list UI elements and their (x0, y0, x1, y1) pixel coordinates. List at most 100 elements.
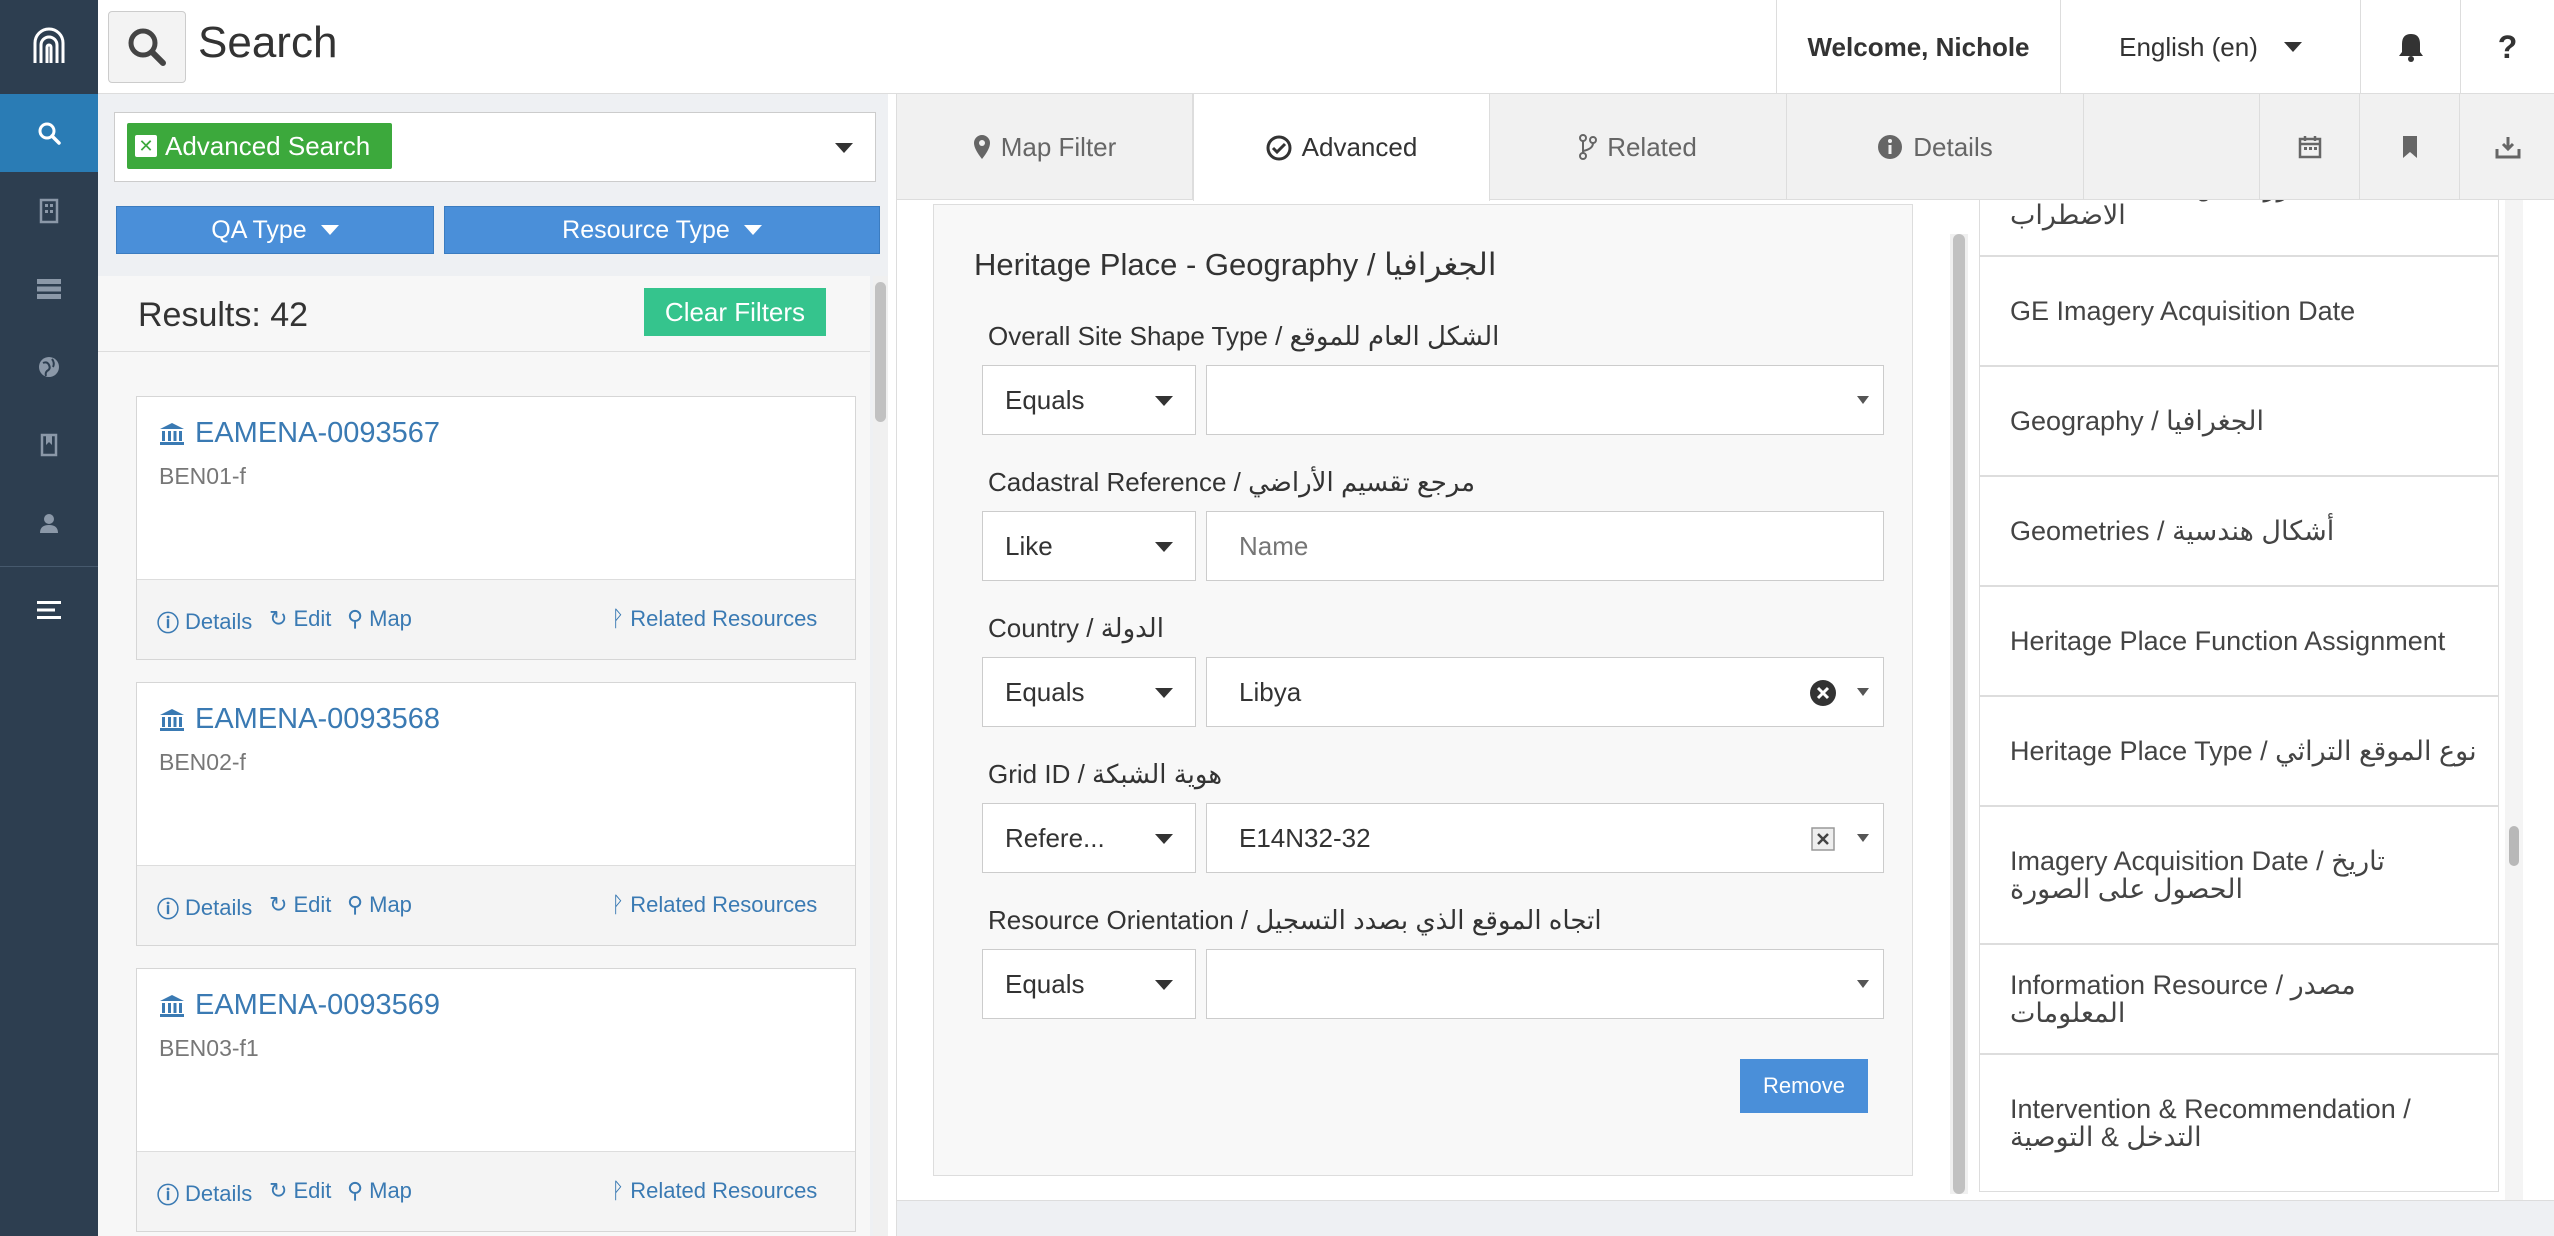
chevron-down-icon (1155, 542, 1173, 552)
map-link[interactable]: ⚲ Map (347, 606, 412, 632)
help-button[interactable]: ? (2460, 0, 2554, 94)
clear-icon[interactable] (1811, 827, 1835, 851)
map-link[interactable]: ⚲ Map (347, 1178, 412, 1204)
advanced-search-chip[interactable]: ✕ Advanced Search (127, 123, 393, 169)
cadastral-reference-input[interactable] (1239, 530, 1883, 562)
notifications-button[interactable] (2360, 0, 2460, 94)
search-toggle-button[interactable] (108, 11, 186, 83)
result-title-link[interactable]: EAMENA-0093569 (159, 989, 440, 1022)
nav-resources[interactable] (0, 172, 98, 250)
chevron-down-icon[interactable] (835, 143, 853, 153)
scrollbar-thumb[interactable] (875, 282, 886, 422)
card-list-item[interactable]: Geometries / أشكال هندسية (1979, 476, 2499, 586)
chevron-down-icon (743, 225, 762, 235)
card-list-item[interactable]: Geography / الجغرافيا (1979, 366, 2499, 476)
result-id: EAMENA-0093569 (195, 989, 441, 1021)
operator-select[interactable]: Equals (982, 949, 1196, 1019)
related-resources-link[interactable]: ᚹ Related Resources (611, 606, 817, 632)
chevron-down-icon (1155, 980, 1173, 990)
tab-map-filter[interactable]: Map Filter (897, 94, 1193, 200)
scrollbar-thumb[interactable] (1953, 234, 1965, 1194)
result-subtitle: BEN02-f (159, 749, 246, 775)
map-marker-icon: ⚲ (347, 892, 364, 917)
field-label: Overall Site Shape Type / الشكل العام لل… (988, 321, 1500, 351)
map-link[interactable]: ⚲ Map (347, 892, 412, 918)
edit-link[interactable]: ↻ Edit (269, 1178, 331, 1204)
remove-button[interactable]: Remove (1740, 1059, 1868, 1113)
info-icon: ⓘ (157, 611, 180, 636)
resource-type-filter-button[interactable]: Resource Type (444, 206, 880, 254)
app-logo-icon[interactable] (0, 0, 98, 94)
tab-advanced[interactable]: Advanced (1193, 94, 1490, 201)
result-card: EAMENA-0093567 BEN01-f ⓘ Details ↻ Edit ⚲ M… (136, 396, 856, 660)
result-title-link[interactable]: EAMENA-0093568 (159, 703, 440, 736)
nav-menu[interactable] (0, 571, 98, 649)
tab-details[interactable]: Details (1787, 94, 2084, 200)
operator-select[interactable]: Equals (982, 365, 1196, 435)
related-resources-link[interactable]: ᚹ Related Resources (611, 892, 817, 918)
bookmark-tab-icon (2402, 136, 2417, 158)
operator-select[interactable]: Equals (982, 657, 1196, 727)
tab-label: Advanced (1301, 132, 1418, 162)
branch-icon (1579, 134, 1598, 160)
result-title-link[interactable]: EAMENA-0093567 (159, 417, 440, 450)
card-list-item[interactable]: Imagery Acquisition Date / تاريخ الحصول … (1979, 806, 2499, 944)
qa-type-label: QA Type (211, 215, 307, 244)
form-scrollbar[interactable] (1950, 234, 1968, 1194)
details-link[interactable]: ⓘ Details (157, 892, 252, 924)
qa-type-filter-button[interactable]: QA Type (116, 206, 434, 254)
card-list-scrollbar[interactable] (2505, 200, 2523, 1200)
result-card: EAMENA-0093568 BEN02-f ⓘ Details ↻ Edit ⚲ M… (136, 682, 856, 946)
search-term-box[interactable]: ✕ Advanced Search (114, 112, 876, 182)
value-select[interactable] (1206, 365, 1884, 435)
info-icon: ⓘ (157, 1183, 180, 1208)
operator-select[interactable]: Refere... (982, 803, 1196, 873)
map-marker-icon: ⚲ (347, 1178, 364, 1203)
nav-map[interactable] (0, 328, 98, 406)
export-button[interactable] (2459, 94, 2554, 200)
result-actions: ⓘ Details ↻ Edit ⚲ Map ᚹ Related Resources (137, 1151, 855, 1231)
language-select[interactable]: English (en) (2060, 0, 2360, 94)
nav-bookmarks[interactable] (0, 406, 98, 484)
close-icon[interactable]: ✕ (135, 135, 157, 157)
tab-related[interactable]: Related (1490, 94, 1787, 200)
clear-icon[interactable] (1809, 679, 1837, 707)
card-list-item[interactable]: Intervention & Recommendation / التدخل &… (1979, 1054, 2499, 1192)
time-filter-button[interactable] (2259, 94, 2359, 200)
saved-searches-button[interactable] (2359, 94, 2459, 200)
operator-select[interactable]: Like (982, 511, 1196, 581)
download-icon (2495, 137, 2520, 159)
details-link[interactable]: ⓘ Details (157, 606, 252, 638)
globe-icon (39, 357, 59, 377)
card-list-item[interactable]: Heritage Place Type / نوع الموقع التراثي (1979, 696, 2499, 806)
info-icon (1878, 135, 1903, 159)
user-icon (40, 514, 58, 533)
card-list-item[interactable]: Heritage Place Function Assignment (1979, 586, 2499, 696)
scrollbar-thumb[interactable] (2509, 826, 2519, 866)
left-nav (0, 0, 98, 1236)
value-select[interactable]: Libya (1206, 657, 1884, 727)
filter-tabs: Map Filter Advanced Related Details (897, 94, 2554, 201)
chevron-down-icon (1155, 688, 1173, 698)
details-link[interactable]: ⓘ Details (157, 1178, 252, 1210)
related-resources-link[interactable]: ᚹ Related Resources (611, 1178, 817, 1204)
results-header: Results: 42 Clear Filters (98, 276, 870, 352)
welcome-user[interactable]: Welcome, Nichole (1776, 0, 2060, 94)
value-select[interactable] (1206, 949, 1884, 1019)
refresh-icon: ↻ (269, 892, 288, 917)
edit-link[interactable]: ↻ Edit (269, 892, 331, 918)
nav-list[interactable] (0, 250, 98, 328)
clear-filters-button[interactable]: Clear Filters (644, 288, 826, 336)
result-id: EAMENA-0093567 (195, 417, 441, 449)
card-list-item[interactable]: GE Imagery Acquisition Date (1979, 256, 2499, 366)
menu-icon (37, 601, 61, 619)
edit-link[interactable]: ↻ Edit (269, 606, 331, 632)
card-list-item[interactable]: Extent of Damage / مدى الضرر / الاضطراب (1979, 200, 2499, 256)
bottom-bar (897, 1200, 2554, 1236)
results-scrollbar[interactable] (873, 276, 888, 1236)
card-list-item[interactable]: Information Resource / مصدر المعلومات (1979, 944, 2499, 1054)
nav-search[interactable] (0, 94, 98, 172)
nav-profile[interactable] (0, 484, 98, 562)
value-select[interactable]: E14N32-32 (1206, 803, 1884, 873)
chevron-down-icon (1857, 688, 1869, 696)
